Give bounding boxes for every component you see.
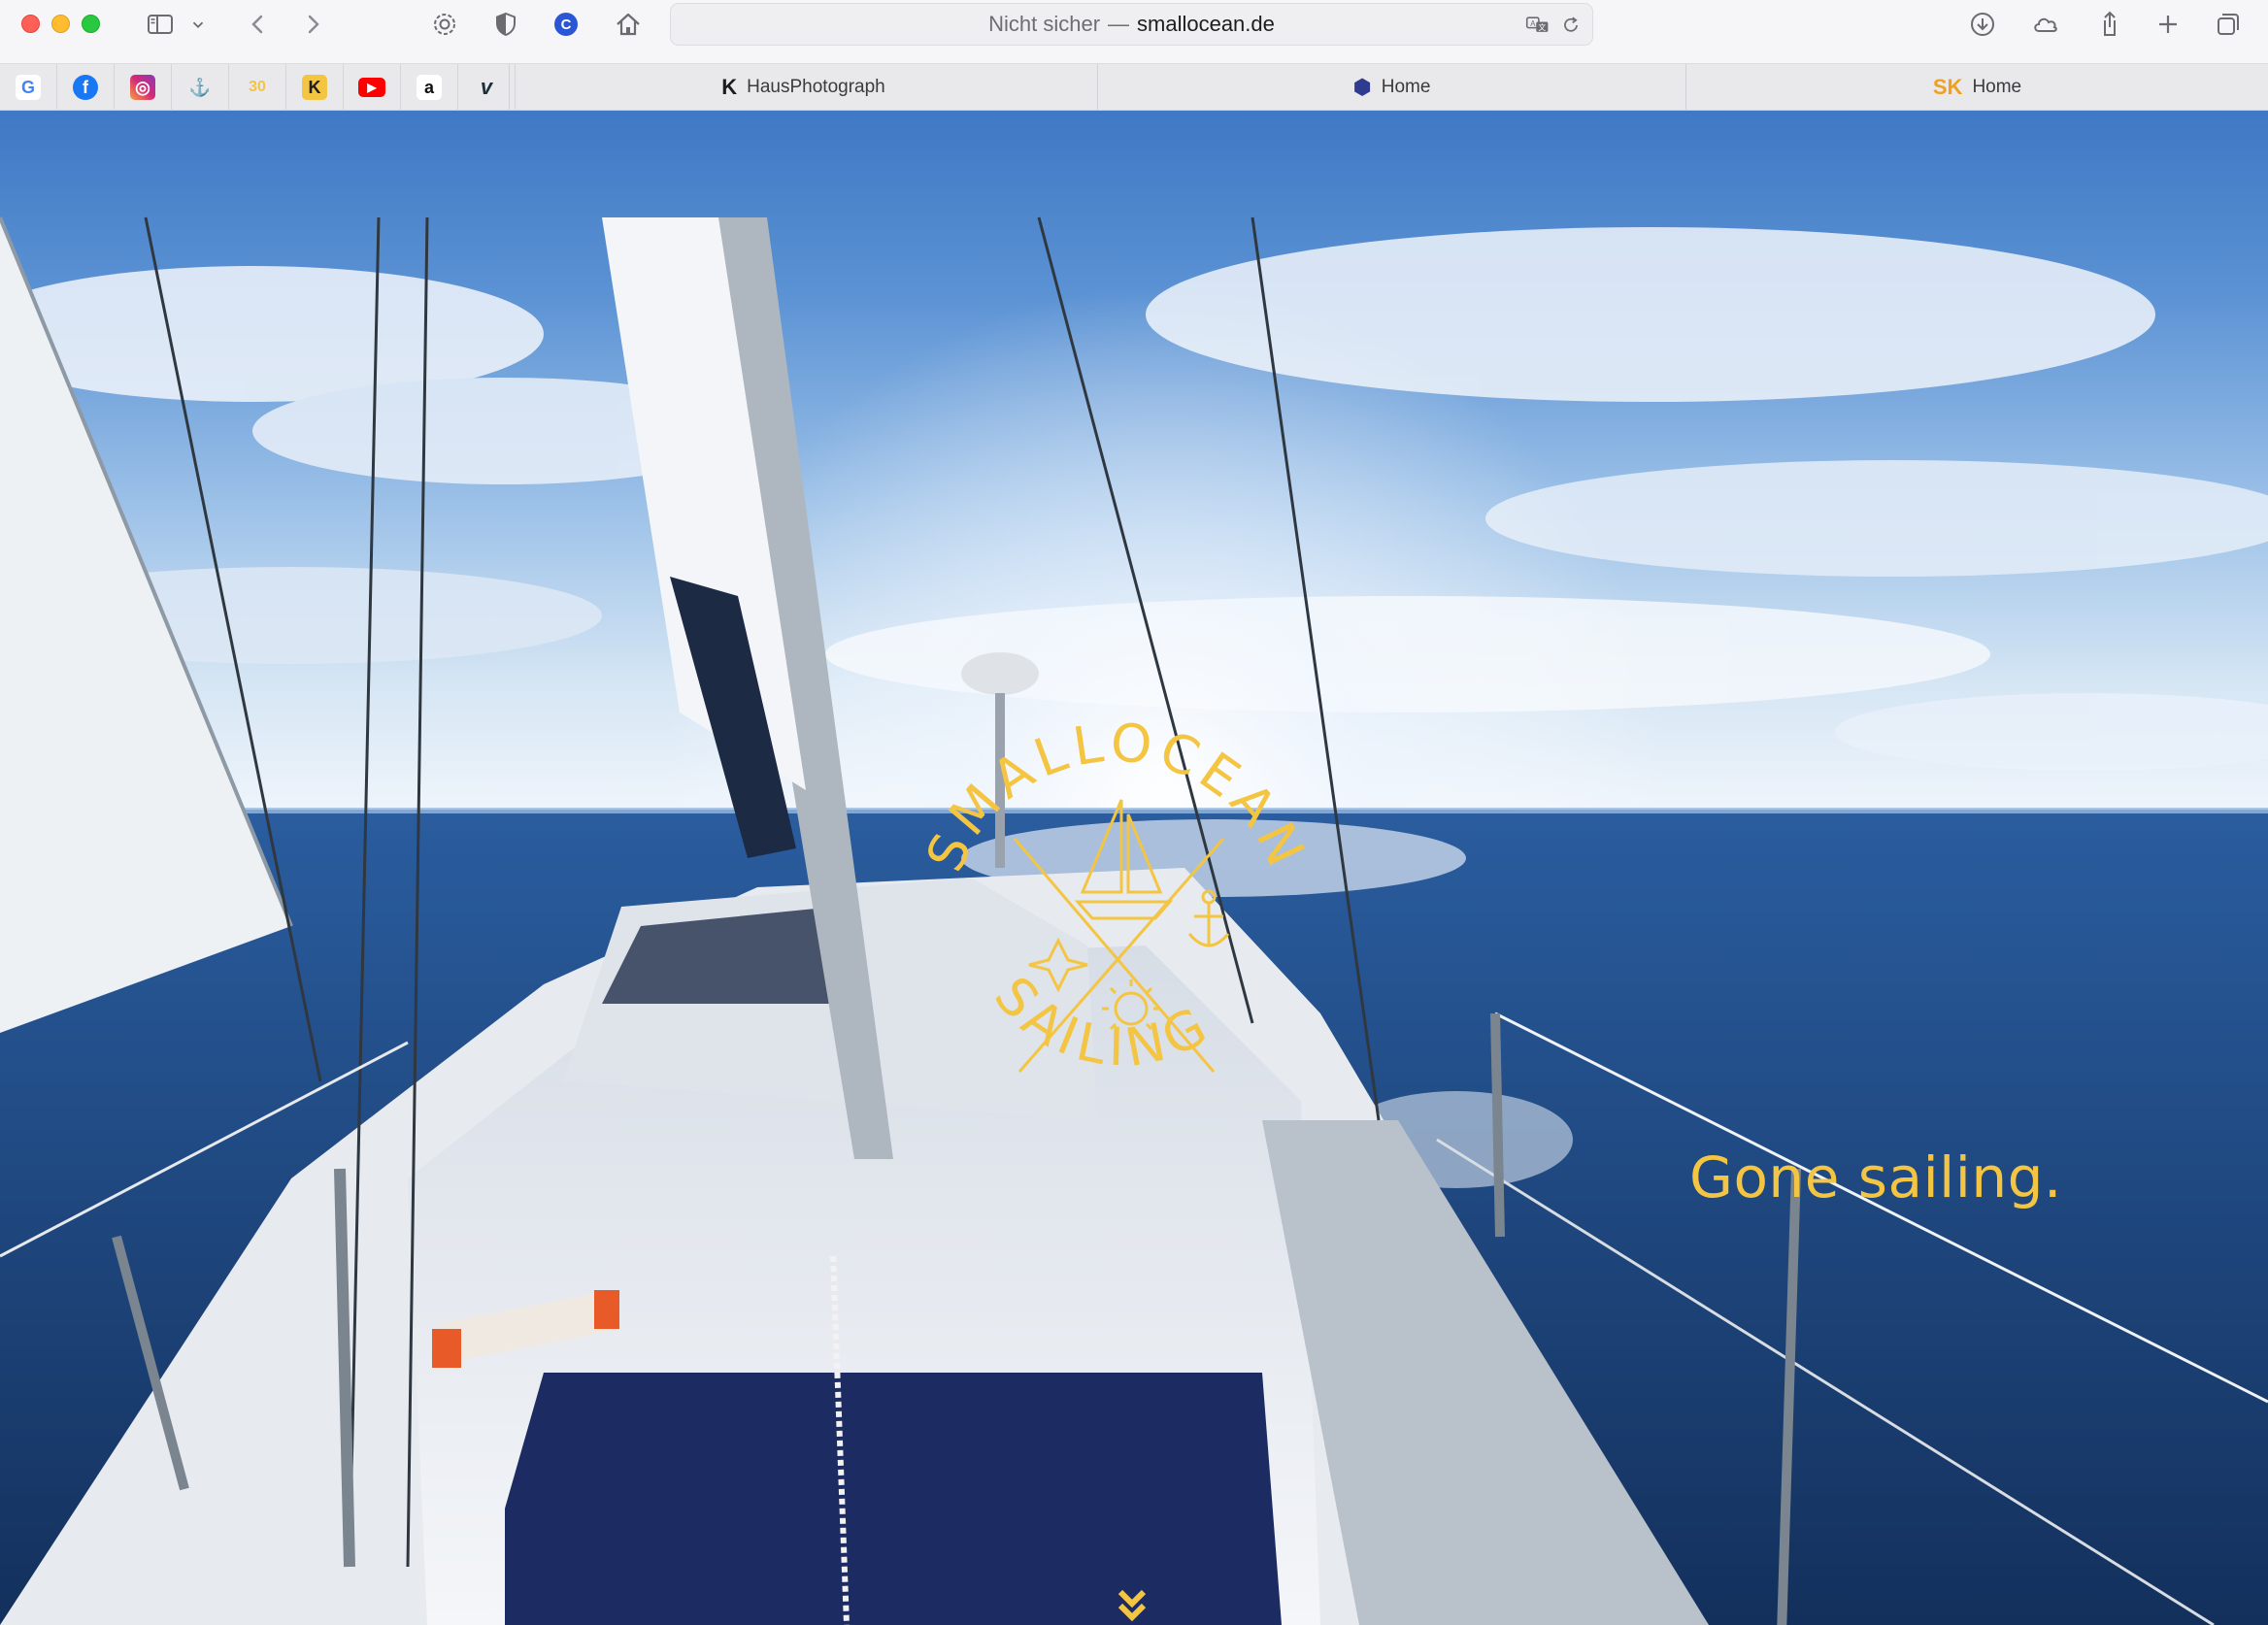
favorite-anchor[interactable]: ⚓ <box>172 64 229 111</box>
share-icon[interactable] <box>2091 8 2128 41</box>
tagline: Gone sailing. <box>1689 1144 2062 1210</box>
browser-toolbar: C Nicht sicher — smallocean.de A文 <box>0 0 2268 64</box>
zoom-window-button[interactable] <box>82 15 100 33</box>
tab-home-1[interactable]: ⬢ Home <box>1097 64 1685 111</box>
youtube-icon: ▶ <box>358 78 385 97</box>
sidebar-toggle-icon[interactable] <box>142 8 179 41</box>
k-icon: K <box>302 75 327 100</box>
tab-home-2[interactable]: SK Home <box>1685 64 2268 111</box>
close-window-button[interactable] <box>21 15 40 33</box>
chevron-down-icon[interactable] <box>186 8 210 41</box>
svg-text:文: 文 <box>1538 22 1546 32</box>
icloud-icon[interactable] <box>2027 8 2064 41</box>
thirty-icon: 30 <box>249 79 266 95</box>
forward-icon[interactable] <box>295 8 332 41</box>
downloads-icon[interactable] <box>1964 8 2001 41</box>
favorite-facebook[interactable]: f <box>57 64 115 111</box>
tab-label: HausPhotograph <box>747 77 885 97</box>
back-icon[interactable] <box>239 8 276 41</box>
extension-c-icon[interactable]: C <box>548 8 584 41</box>
hexagon-icon: ⬢ <box>1352 75 1372 99</box>
favorite-vimeo[interactable]: v <box>458 64 516 111</box>
address-bar[interactable]: Nicht sicher — smallocean.de A文 <box>670 3 1593 46</box>
svg-text:SMALLOCEAN: SMALLOCEAN <box>915 712 1319 880</box>
facebook-icon: f <box>73 75 98 100</box>
tab-hausphotograph[interactable]: K HausPhotograph <box>509 64 1097 111</box>
favorite-k[interactable]: K <box>286 64 344 111</box>
address-host: smallocean.de <box>1137 12 1275 36</box>
favorite-amazon[interactable]: a <box>401 64 458 111</box>
amazon-icon: a <box>417 75 442 100</box>
anchor-icon: ⚓ <box>188 77 212 97</box>
address-separator: — <box>1108 12 1130 36</box>
home-icon[interactable] <box>610 8 647 41</box>
instagram-icon: ◎ <box>130 75 155 100</box>
favorite-google[interactable]: G <box>0 64 57 111</box>
google-icon: G <box>16 75 41 100</box>
reload-icon[interactable] <box>1556 13 1585 38</box>
new-tab-icon[interactable] <box>2150 8 2186 41</box>
logo-arc-top-text: SMALLOCEAN <box>915 712 1314 880</box>
anchor-icon <box>1187 889 1230 947</box>
favorite-thirty[interactable]: 30 <box>229 64 286 111</box>
tab-label: Home <box>1381 77 1431 97</box>
vimeo-icon: v <box>480 75 493 99</box>
tab-label: Home <box>1972 77 2022 97</box>
tab-overview-icon[interactable] <box>2210 8 2247 41</box>
tab-bar: G f ◎ ⚓ 30 K ▶ a v K HausPhotograph ⬢ Ho… <box>0 64 2268 111</box>
favorite-instagram[interactable]: ◎ <box>115 64 172 111</box>
hero-background: SMALLOCEAN SAILING Gone sailing. <box>0 111 2268 1625</box>
svg-text:SAILING: SAILING <box>983 965 1221 1078</box>
logo-arc-bottom-text: SAILING <box>983 965 1216 1078</box>
gear-icon[interactable] <box>426 8 463 41</box>
translate-icon[interactable]: A文 <box>1523 13 1552 38</box>
svg-text:A: A <box>1530 19 1536 28</box>
minimize-window-button[interactable] <box>51 15 70 33</box>
scroll-down-icon[interactable] <box>1113 1586 1151 1625</box>
smallocean-sailing-logo: SMALLOCEAN SAILING <box>915 712 1319 1079</box>
shield-icon[interactable] <box>487 8 524 41</box>
security-label: Nicht sicher <box>988 12 1101 36</box>
sk-logo-icon: SK <box>1932 75 1963 99</box>
favorite-youtube[interactable]: ▶ <box>344 64 401 111</box>
k-logo-icon: K <box>721 75 738 99</box>
svg-text:C: C <box>561 17 572 33</box>
